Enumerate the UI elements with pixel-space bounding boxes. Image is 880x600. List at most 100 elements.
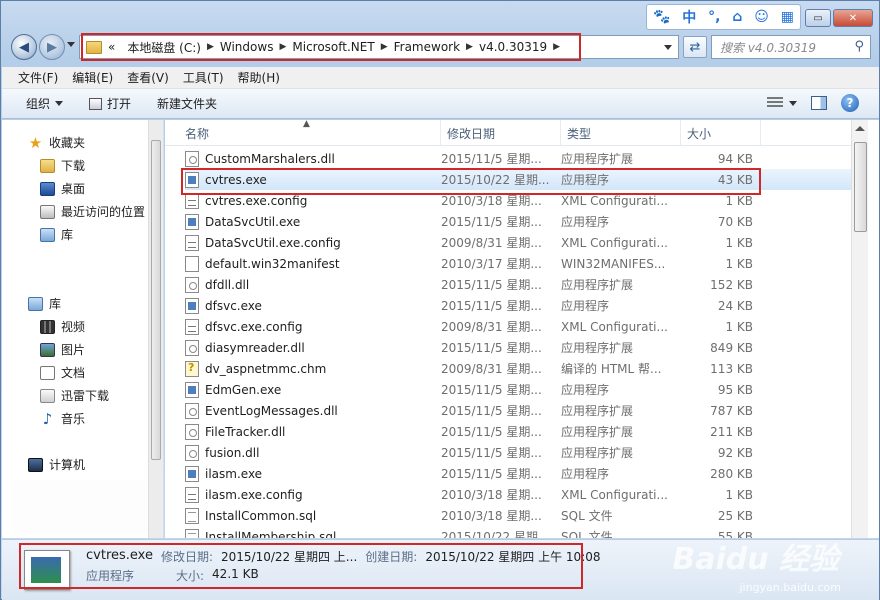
file-row[interactable]: DataSvcUtil.exe.config 2009/8/31 星期... XML… xyxy=(185,232,865,253)
help-icon[interactable]: ? xyxy=(841,94,859,112)
details-view-icon xyxy=(767,97,783,109)
recent-places-icon xyxy=(40,204,55,219)
file-name: cvtres.exe xyxy=(205,172,267,187)
ime-language-toggle[interactable]: 中 xyxy=(682,7,696,27)
file-row[interactable]: dfsvc.exe 2015/11/5 星期... 应用程序 24 KB xyxy=(185,295,865,316)
file-row[interactable]: EventLogMessages.dll 2015/11/5 星期... 应用程序扩… xyxy=(185,400,865,421)
search-box[interactable]: 搜索 v4.0.30319 ⚲ xyxy=(711,35,871,59)
file-row[interactable]: FileTracker.dll 2015/11/5 星期... 应用程序扩展 211 … xyxy=(185,421,865,442)
address-history-dropdown[interactable] xyxy=(664,45,672,50)
chevron-right-icon[interactable]: ▶ xyxy=(553,42,560,52)
nav-pictures[interactable]: 图片 xyxy=(40,341,85,358)
nav-scrollbar[interactable] xyxy=(148,120,163,538)
forward-button[interactable]: ▶ xyxy=(39,34,65,60)
file-date-cell: 2009/8/31 星期... xyxy=(441,320,542,334)
file-type-cell: 应用程序扩展 xyxy=(561,404,634,418)
file-row[interactable]: EdmGen.exe 2015/11/5 星期... 应用程序 95 KB xyxy=(185,379,865,400)
breadcrumb-version[interactable]: v4.0.30319 ▶ xyxy=(473,40,560,54)
ime-toolbox-icon[interactable]: ⌂ xyxy=(732,9,742,25)
column-headers: 名称 ▲ 修改日期 类型 大小 xyxy=(165,120,862,146)
file-row[interactable]: dv_aspnetmmc.chm 2009/8/31 星期... 编译的 HTML … xyxy=(185,358,865,379)
ime-punctuation-toggle[interactable]: °, xyxy=(708,9,720,25)
address-bar[interactable]: « 本地磁盘 (C:) ▶ Windows ▶ Microsoft.NET ▶ Fra… xyxy=(79,35,679,59)
nav-desktop[interactable]: 桌面 xyxy=(40,180,85,197)
file-row[interactable]: fusion.dll 2015/11/5 星期... 应用程序扩展 92 KB xyxy=(185,442,865,463)
nav-music[interactable]: ♪ 音乐 xyxy=(40,410,85,427)
dll-file-icon xyxy=(185,276,199,293)
close-button[interactable]: ✕ xyxy=(833,9,873,27)
folder-icon xyxy=(86,40,102,54)
nav-libraries[interactable]: 库 xyxy=(28,295,61,312)
breadcrumb-overflow[interactable]: « xyxy=(102,40,121,54)
nav-library-favorite[interactable]: 库 xyxy=(40,226,73,243)
nav-music-label: 音乐 xyxy=(61,412,86,426)
chevron-right-icon[interactable]: ▶ xyxy=(207,42,214,52)
file-row[interactable]: dfsvc.exe.config 2009/8/31 星期... XML Confi… xyxy=(185,316,865,337)
nav-documents[interactable]: 文档 xyxy=(40,364,85,381)
file-row[interactable]: cvtres.exe.config 2010/3/18 星期... XML Conf… xyxy=(185,190,865,211)
file-row[interactable]: default.win32manifest 2010/3/17 星期... WIN3… xyxy=(185,253,865,274)
column-size[interactable]: 大小 xyxy=(681,120,761,146)
nav-computer[interactable]: 计算机 xyxy=(28,456,85,473)
file-name: fusion.dll xyxy=(205,445,260,460)
file-row[interactable]: cvtres.exe 2015/10/22 星期... 应用程序 43 KB xyxy=(185,169,865,190)
breadcrumb-microsoft-net[interactable]: Microsoft.NET ▶ xyxy=(286,40,387,54)
column-name[interactable]: 名称 ▲ xyxy=(165,120,441,146)
nav-video[interactable]: 视频 xyxy=(40,318,85,335)
search-input[interactable]: 搜索 v4.0.30319 xyxy=(720,39,816,56)
ime-user-icon[interactable]: ☺ xyxy=(754,9,769,25)
back-button[interactable]: ◀ xyxy=(11,34,37,60)
nav-favorites[interactable]: ★ 收藏夹 xyxy=(28,134,85,151)
open-button[interactable]: 打开 xyxy=(89,95,131,112)
search-icon[interactable]: ⚲ xyxy=(854,39,864,54)
paw-icon[interactable]: 🐾 xyxy=(653,9,670,25)
chevron-right-icon[interactable]: ▶ xyxy=(466,42,473,52)
file-name: FileTracker.dll xyxy=(205,424,286,439)
file-size-cell: 92 KB xyxy=(717,445,753,460)
file-rows: CustomMarshalers.dll 2015/11/5 星期... 应用程序扩… xyxy=(185,148,865,538)
recent-pages-dropdown[interactable] xyxy=(67,42,75,47)
file-row[interactable]: ilasm.exe.config 2010/3/18 星期... XML Confi… xyxy=(185,484,865,505)
column-type[interactable]: 类型 xyxy=(561,120,681,146)
menu-file[interactable]: 文件(F) xyxy=(18,69,58,86)
file-row[interactable]: InstallCommon.sql 2010/3/18 星期... SQL 文件 25… xyxy=(185,505,865,526)
menu-view[interactable]: 查看(V) xyxy=(127,69,169,86)
chevron-right-icon[interactable]: ▶ xyxy=(279,42,286,52)
ime-grid-icon[interactable]: ▦ xyxy=(781,9,794,25)
breadcrumb-local-disk[interactable]: 本地磁盘 (C:) ▶ xyxy=(121,39,214,56)
file-size-cell: 1 KB xyxy=(725,256,753,271)
menu-help[interactable]: 帮助(H) xyxy=(238,69,280,86)
preview-pane-button[interactable] xyxy=(811,96,827,110)
menu-tools[interactable]: 工具(T) xyxy=(183,69,224,86)
maximize-button[interactable]: ▭ xyxy=(805,9,831,27)
view-options-button[interactable] xyxy=(767,97,797,109)
file-list-scrollbar-thumb[interactable] xyxy=(854,142,867,232)
nav-thunder-downloads[interactable]: 迅雷下载 xyxy=(40,387,109,404)
sql-file-icon xyxy=(185,507,199,524)
nav-recent-places[interactable]: 最近访问的位置 xyxy=(40,203,145,220)
breadcrumb-windows[interactable]: Windows ▶ xyxy=(214,40,287,54)
column-date[interactable]: 修改日期 xyxy=(441,120,561,146)
breadcrumb-framework[interactable]: Framework ▶ xyxy=(388,40,473,54)
menu-edit[interactable]: 编辑(E) xyxy=(72,69,113,86)
file-row[interactable]: CustomMarshalers.dll 2015/11/5 星期... 应用程序扩… xyxy=(185,148,865,169)
window-controls: ▭ ✕ xyxy=(805,9,873,27)
chevron-right-icon[interactable]: ▶ xyxy=(381,42,388,52)
file-type-cell: WIN32MANIFES... xyxy=(561,256,666,271)
refresh-button[interactable]: ⇄ xyxy=(683,36,707,58)
file-row[interactable]: dfdll.dll 2015/11/5 星期... 应用程序扩展 152 KB xyxy=(185,274,865,295)
ime-toolbar[interactable]: 🐾 中 °, ⌂ ☺ ▦ xyxy=(646,4,801,30)
nav-computer-label: 计算机 xyxy=(49,458,86,472)
organize-label: 组织 xyxy=(26,97,51,111)
file-row[interactable]: diasymreader.dll 2015/11/5 星期... 应用程序扩展 849… xyxy=(185,337,865,358)
scroll-up-icon[interactable] xyxy=(855,126,865,131)
file-row[interactable]: DataSvcUtil.exe 2015/11/5 星期... 应用程序 70 KB xyxy=(185,211,865,232)
file-type-cell: XML Configurati... xyxy=(561,235,668,250)
organize-button[interactable]: 组织 xyxy=(26,95,64,112)
file-type-cell: 应用程序 xyxy=(561,299,610,313)
file-list-scrollbar[interactable] xyxy=(851,120,868,538)
nav-scrollbar-thumb[interactable] xyxy=(151,140,161,460)
nav-downloads[interactable]: 下载 xyxy=(40,157,85,174)
file-row[interactable]: ilasm.exe 2015/11/5 星期... 应用程序 280 KB xyxy=(185,463,865,484)
new-folder-button[interactable]: 新建文件夹 xyxy=(157,95,217,112)
